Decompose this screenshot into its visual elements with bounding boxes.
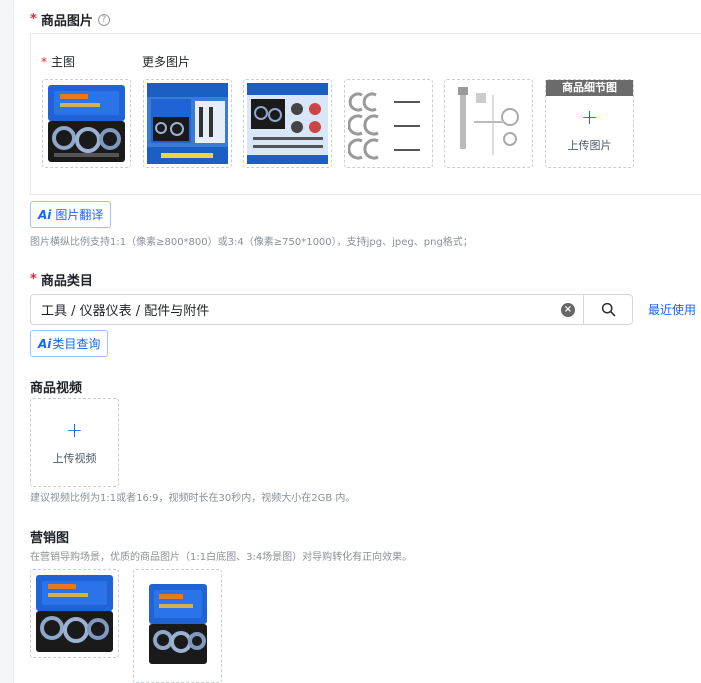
detail-image-title: 商品细节图 (546, 80, 633, 96)
plus-icon: + (581, 104, 598, 129)
product-images-title: * 商品图片 ? (30, 10, 110, 29)
category-ai-query-button[interactable]: Ai 类目查询 (30, 330, 109, 357)
upload-image-label: 上传图片 (567, 138, 612, 152)
required-mark: * (30, 272, 37, 287)
product-sheet-image (147, 83, 228, 164)
product-images-panel: * 主图 更多图片 商品细节图 + 上传图片 (30, 33, 701, 195)
ai-logo-icon: Ai (38, 207, 52, 222)
image-translate-button[interactable]: Ai 图片翻译 (30, 201, 112, 228)
more-images-label: 更多图片 (142, 55, 191, 69)
detail-image-upload[interactable]: 商品细节图 + 上传图片 (545, 79, 634, 168)
main-image-label: 主图 (51, 55, 76, 69)
category-input[interactable]: 工具 / 仪器仪表 / 配件与附件 × (30, 294, 584, 325)
video-hint: 建议视频比例为1:1或者16:9，视频时长在30秒内，视频大小在2GB 内。 (30, 493, 356, 504)
category-label: 商品类目 (40, 274, 93, 289)
upload-video-label: 上传视频 (52, 451, 97, 465)
category-title: * 商品类目 (30, 270, 93, 289)
tool-case-image (34, 573, 115, 654)
category-search-button[interactable] (583, 294, 633, 325)
main-image-title: * 主图 (41, 53, 75, 70)
recent-used-link[interactable]: 最近使用 (648, 301, 696, 318)
image-translate-label: 图片翻译 (55, 208, 104, 222)
image-format-hint: 图片横纵比例支持1:1（像素≥800*800）或3:4（像素≥750*1000）… (30, 237, 473, 248)
more-image-thumb[interactable] (143, 79, 232, 168)
category-ai-query-label: 类目查询 (52, 337, 101, 351)
marketing-image-square[interactable] (30, 569, 119, 658)
more-image-thumb[interactable] (344, 79, 433, 168)
category-value: 工具 / 仪器仪表 / 配件与附件 (41, 304, 210, 319)
tool-case-image (46, 83, 127, 164)
marketing-label: 营销图 (30, 531, 70, 546)
video-upload[interactable]: + 上传视频 (30, 398, 119, 487)
ai-logo-icon: Ai (38, 336, 52, 351)
help-icon[interactable]: ? (97, 13, 110, 26)
video-label: 商品视频 (30, 381, 83, 396)
main-image-thumb[interactable] (42, 79, 131, 168)
dimension-drawing-image (448, 83, 529, 164)
left-gutter (0, 0, 14, 683)
plus-icon: + (66, 417, 83, 442)
marketing-image-portrait[interactable] (133, 569, 222, 683)
product-images-label: 商品图片 (40, 14, 93, 29)
search-icon (601, 302, 615, 317)
more-image-thumb[interactable] (444, 79, 533, 168)
required-mark: * (30, 12, 37, 27)
tool-case-image (143, 582, 213, 678)
more-image-thumb[interactable] (243, 79, 332, 168)
spec-drawing-image (348, 83, 429, 164)
clear-icon[interactable]: × (561, 303, 575, 317)
product-parts-image (247, 83, 328, 164)
required-mark: * (41, 54, 47, 69)
marketing-hint: 在营销导购场景，优质的商品图片（1:1白底图、3:4场景图）对导购转化有正向效果… (30, 552, 413, 563)
